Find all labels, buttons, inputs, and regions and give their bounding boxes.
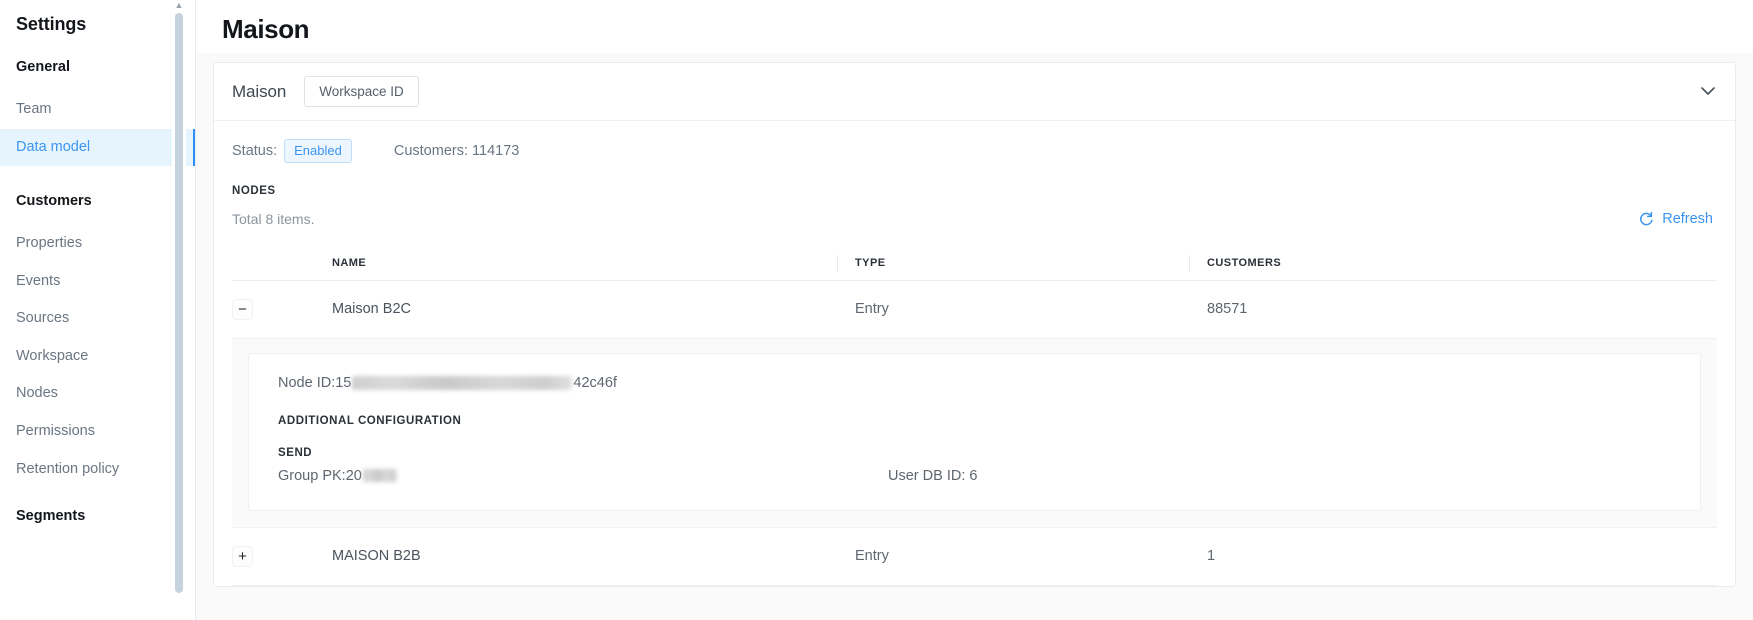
node-id-row: Node ID: 15 42c46f <box>278 375 1671 391</box>
sidebar-item-label: Events <box>16 272 61 289</box>
refresh-icon <box>1638 211 1654 227</box>
row-detail-cell: Node ID: 15 42c46f ADDITIONAL CONFIGURATI… <box>232 338 1717 528</box>
card-body: Status: Enabled Customers: 114173 NODES … <box>214 121 1735 586</box>
sidebar-item-retention-policy[interactable]: Retention policy <box>0 451 196 489</box>
sidebar-group-customers: Customers <box>16 193 92 210</box>
sidebar-item-label: Retention policy <box>16 460 120 477</box>
nodes-table: NAME TYPE CUSTOMERS − Maison B2C Entry 8… <box>232 246 1717 586</box>
sidebar-item-label: Data model <box>16 138 91 155</box>
sidebar-title: Settings <box>16 14 87 34</box>
sidebar-item-label: Workspace <box>16 347 89 364</box>
table-header-row: NAME TYPE CUSTOMERS <box>232 246 1717 281</box>
card-collapse-toggle[interactable] <box>1697 81 1719 103</box>
node-detail-panel: Node ID: 15 42c46f ADDITIONAL CONFIGURATI… <box>248 352 1701 511</box>
send-section-label: SEND <box>278 446 313 459</box>
row-name: MAISON B2B <box>332 527 855 586</box>
send-field-group-pk-col: Group PK: 20 <box>278 468 888 484</box>
row-expand-button[interactable]: + <box>232 545 253 567</box>
group-pk-redacted-region <box>362 469 397 483</box>
row-type: Entry <box>855 280 1207 339</box>
card-title: Maison <box>232 81 287 101</box>
sidebar-item-label: Permissions <box>16 422 95 439</box>
user-db-id-row: User DB ID: 6 <box>888 467 978 484</box>
sidebar-item-label: Nodes <box>16 385 58 402</box>
send-field-user-db-id-col: User DB ID: 6 <box>888 468 977 484</box>
sidebar-item-permissions[interactable]: Permissions <box>0 413 196 451</box>
group-pk-prefix: 20 <box>345 467 362 484</box>
node-id-label: Node ID: <box>278 374 336 391</box>
status-label: Status: <box>232 142 278 159</box>
row-name: Maison B2C <box>332 280 855 339</box>
main-content: Maison Maison Workspace ID Status: Enabl… <box>196 0 1753 620</box>
sidebar-group-segments: Segments <box>16 508 86 525</box>
send-fields-grid: Group PK: 20 User DB ID: 6 <box>278 468 1671 484</box>
refresh-label: Refresh <box>1662 210 1713 227</box>
workspace-card: Maison Workspace ID Status: Enabled Cust… <box>213 62 1736 587</box>
chevron-down-icon <box>1701 87 1715 96</box>
column-header-type: TYPE <box>837 246 1207 281</box>
node-id-prefix: 15 <box>335 374 352 391</box>
row-detail-background: Node ID: 15 42c46f ADDITIONAL CONFIGURATI… <box>232 338 1717 527</box>
sidebar-item-workspace[interactable]: Workspace <box>0 338 196 376</box>
row-customers: 88571 <box>1207 280 1717 339</box>
column-header-customers: CUSTOMERS <box>1189 246 1717 281</box>
group-pk-row: Group PK: 20 <box>278 468 888 484</box>
sidebar-group-general: General <box>16 59 70 75</box>
scroll-up-arrow-icon[interactable]: ▲ <box>174 1 184 11</box>
sidebar-item-sources[interactable]: Sources <box>0 300 196 338</box>
page-header: Maison <box>196 0 1753 53</box>
row-customers: 1 <box>1207 527 1717 586</box>
table-row[interactable]: − Maison B2C Entry 88571 <box>232 280 1717 339</box>
status-meta-row: Status: Enabled Customers: 114173 <box>232 139 1717 163</box>
card-header: Maison Workspace ID <box>214 63 1735 121</box>
node-id-redacted-region <box>352 375 573 390</box>
workspace-id-button[interactable]: Workspace ID <box>304 76 419 107</box>
app-root: Settings General Team Data model Custome… <box>0 0 1753 620</box>
card-container: Maison Workspace ID Status: Enabled Cust… <box>196 53 1753 587</box>
table-body: − Maison B2C Entry 88571 Node ID: 15 42c… <box>232 280 1717 586</box>
table-row-detail: Node ID: 15 42c46f ADDITIONAL CONFIGURATI… <box>232 338 1717 528</box>
scrollbar-thumb[interactable] <box>175 13 183 593</box>
additional-configuration-label: ADDITIONAL CONFIGURATION <box>278 414 462 427</box>
table-header: NAME TYPE CUSTOMERS <box>232 246 1717 281</box>
row-type: Entry <box>855 527 1207 586</box>
nodes-section-label: NODES <box>232 184 276 197</box>
row-collapse-button[interactable]: − <box>232 298 253 320</box>
row-toggle-cell: + <box>232 527 332 586</box>
sidebar-item-nodes[interactable]: Nodes <box>0 375 196 413</box>
table-row[interactable]: + MAISON B2B Entry 1 <box>232 527 1717 586</box>
sidebar-item-label: Team <box>16 101 52 117</box>
customers-count-label: Customers: 114173 <box>393 142 520 159</box>
page-title: Maison <box>222 14 310 44</box>
group-pk-label: Group PK: <box>278 467 346 484</box>
column-header-toggle <box>232 246 332 281</box>
node-id-suffix: 42c46f <box>573 374 617 391</box>
sidebar-item-properties[interactable]: Properties <box>0 225 196 263</box>
nodes-toolbar: Total 8 items. Refresh <box>232 211 1717 227</box>
sidebar-item-events[interactable]: Events <box>0 263 196 301</box>
sidebar-item-label: Sources <box>16 310 70 327</box>
sidebar-item-team[interactable]: Team <box>0 91 196 129</box>
refresh-button[interactable]: Refresh <box>1638 211 1713 227</box>
settings-sidebar: Settings General Team Data model Custome… <box>0 0 196 620</box>
status-badge: Enabled <box>284 139 352 163</box>
total-items-text: Total 8 items. <box>232 210 315 227</box>
sidebar-scrollbar[interactable]: ▲ <box>172 0 186 620</box>
sidebar-item-label: Properties <box>16 235 83 252</box>
sidebar-item-data-model[interactable]: Data model <box>0 128 196 167</box>
row-toggle-cell: − <box>232 280 332 339</box>
column-header-name: NAME <box>332 246 855 281</box>
